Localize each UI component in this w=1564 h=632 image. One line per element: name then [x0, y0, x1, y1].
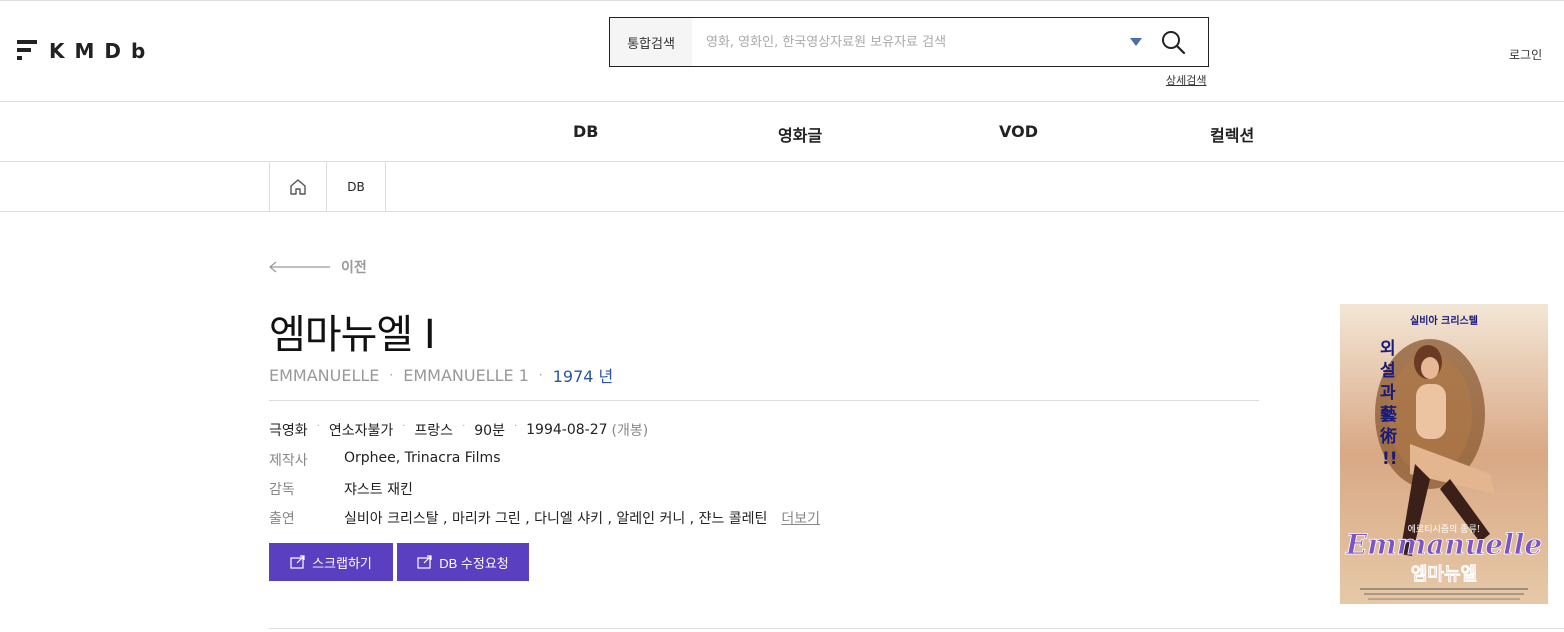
cast-label: 출연 — [269, 511, 295, 527]
back-label: 이전 — [341, 260, 367, 276]
country: 프랑스 — [414, 423, 454, 439]
cast-row: 출연 실비아 크리스탈 , 마리카 그린 , 다니엘 샤키 , 알레인 커니 ,… — [269, 508, 820, 528]
svg-text:藝: 藝 — [1380, 404, 1397, 425]
back-link[interactable]: 이전 — [269, 256, 367, 278]
kmdb-logo[interactable]: KMDb — [17, 38, 155, 64]
separator-dot: · — [389, 368, 394, 382]
movie-title: 엠마뉴엘 I — [269, 312, 436, 358]
release-note: (개봉) — [611, 423, 649, 439]
dropdown-arrow-icon[interactable] — [1130, 38, 1142, 46]
svg-text:!!: !! — [1382, 449, 1398, 469]
main-nav: DB 영화글 VOD 컬렉션 — [0, 101, 1564, 162]
breadcrumb-db[interactable]: DB — [327, 162, 386, 211]
nav-item-articles[interactable]: 영화글 — [778, 122, 822, 146]
production-row: 제작사 Orphee, Trinacra Films — [269, 450, 500, 470]
poster-logo: Emmanuelle — [1345, 528, 1542, 561]
logo-mark-icon — [17, 40, 39, 62]
search-icon[interactable] — [1160, 29, 1186, 55]
advanced-search-link[interactable]: 상세검색 — [1166, 72, 1206, 88]
bottom-divider — [269, 628, 1564, 629]
share-icon — [290, 555, 305, 569]
search-input[interactable] — [692, 18, 1130, 66]
separator-dot: · — [538, 368, 543, 382]
release-date: 1994-08-27 — [526, 422, 608, 438]
production-value[interactable]: Orphee, Trinacra Films — [344, 450, 500, 470]
poster-top-text: 실비아 크리스텔 — [1410, 314, 1478, 327]
genre: 극영화 — [269, 423, 308, 439]
original-title: EMMANUELLE — [269, 365, 380, 385]
edit-request-label: DB 수정요청 — [439, 555, 509, 571]
edit-request-button[interactable]: DB 수정요청 — [397, 543, 529, 581]
nav-item-vod[interactable]: VOD — [999, 122, 1038, 141]
nav-item-db[interactable]: DB — [573, 122, 598, 141]
top-border — [0, 0, 1564, 1]
movie-meta: 극영화 · 연소자불가 · 프랑스 · 90분 · 1994-08-27 (개봉… — [269, 420, 649, 440]
movie-subtitle: EMMANUELLE · EMMANUELLE 1 · 1974 년 — [269, 363, 613, 387]
svg-text:術: 術 — [1379, 426, 1397, 447]
runtime: 90분 — [474, 423, 505, 439]
breadcrumb: DB — [0, 162, 1564, 212]
scrap-button[interactable]: 스크랩하기 — [269, 543, 393, 581]
director-value[interactable]: 쟈스트 재킨 — [344, 479, 413, 499]
search-bar: 통합검색 — [609, 17, 1209, 67]
home-icon — [290, 178, 306, 195]
cast-more-link[interactable]: 더보기 — [781, 508, 820, 528]
share-icon — [417, 555, 432, 569]
poster-korean-title: 엠마뉴엘 — [1411, 564, 1477, 585]
login-link[interactable]: 로그인 — [1509, 46, 1542, 63]
cast-value[interactable]: 실비아 크리스탈 , 마리카 그린 , 다니엘 샤키 , 알레인 커니 , 쟌느… — [344, 508, 767, 528]
release-year[interactable]: 1974 년 — [553, 363, 614, 387]
movie-poster[interactable]: 실비아 크리스텔 외 설 과 藝 術 !! 에로티시즘의 종류! Emmanue… — [1340, 304, 1548, 604]
director-label: 감독 — [269, 482, 295, 498]
breadcrumb-home[interactable] — [269, 162, 327, 211]
alt-title: EMMANUELLE 1 — [403, 365, 529, 385]
rating: 연소자불가 — [328, 423, 394, 439]
logo-text: KMDb — [49, 39, 156, 63]
director-row: 감독 쟈스트 재킨 — [269, 479, 413, 499]
svg-text:과: 과 — [1380, 383, 1396, 403]
svg-text:외: 외 — [1380, 339, 1396, 359]
production-label: 제작사 — [269, 453, 308, 469]
title-divider — [269, 400, 1259, 401]
back-arrow-icon — [269, 261, 330, 273]
search-type-label[interactable]: 통합검색 — [610, 18, 692, 66]
svg-text:설: 설 — [1380, 361, 1396, 381]
scrap-button-label: 스크랩하기 — [312, 555, 372, 571]
nav-item-collection[interactable]: 컬렉션 — [1210, 122, 1254, 146]
